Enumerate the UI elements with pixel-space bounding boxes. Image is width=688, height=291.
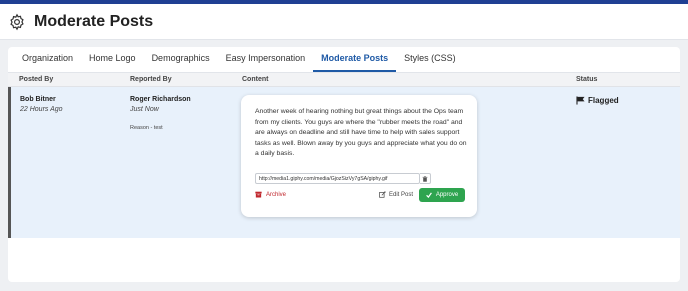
archive-button[interactable]: Archive xyxy=(255,191,286,198)
posted-by-cell: Bob Bitner 22 Hours Ago xyxy=(20,96,63,113)
tab-demographics[interactable]: Demographics xyxy=(144,53,218,72)
reported-time: Just Now xyxy=(130,106,159,113)
tab-organization[interactable]: Organization xyxy=(14,53,81,72)
tab-easy-impersonation[interactable]: Easy Impersonation xyxy=(218,53,314,72)
header-posted-by: Posted By xyxy=(19,76,54,83)
tab-moderate-posts[interactable]: Moderate Posts xyxy=(313,53,397,72)
archive-icon xyxy=(255,191,262,198)
media-url-field[interactable] xyxy=(255,173,420,184)
tab-bar: Organization Home Logo Demographics Easy… xyxy=(8,47,680,73)
posted-time: 22 Hours Ago xyxy=(20,106,63,113)
page-header: Moderate Posts xyxy=(0,4,688,40)
edit-icon xyxy=(379,191,386,198)
edit-post-button[interactable]: Edit Post xyxy=(379,191,413,198)
approve-label: Approve xyxy=(435,192,459,198)
tab-styles-css[interactable]: Styles (CSS) xyxy=(396,53,464,72)
header-reported-by: Reported By xyxy=(130,76,172,83)
post-content-card: Another week of hearing nothing but grea… xyxy=(241,95,477,217)
reported-by-cell: Roger Richardson Just Now Reason - test xyxy=(130,96,191,131)
table-row: Bob Bitner 22 Hours Ago Roger Richardson… xyxy=(8,87,680,238)
report-reason: Reason - test xyxy=(130,125,163,131)
header-status: Status xyxy=(576,76,598,83)
table-header: Posted By Reported By Content Status xyxy=(8,73,680,87)
trash-icon xyxy=(422,175,428,182)
status-label: Flagged xyxy=(588,96,619,105)
flag-icon xyxy=(576,96,585,105)
check-icon xyxy=(425,192,432,198)
header-content: Content xyxy=(242,76,269,83)
reporter-name: Roger Richardson xyxy=(130,96,191,103)
post-text: Another week of hearing nothing but grea… xyxy=(255,108,467,157)
media-url-row xyxy=(255,173,431,184)
edit-post-label: Edit Post xyxy=(389,191,414,198)
archive-label: Archive xyxy=(266,191,287,198)
status-badge: Flagged xyxy=(576,96,619,105)
delete-media-button[interactable] xyxy=(420,173,431,184)
gear-icon xyxy=(8,12,28,32)
poster-name: Bob Bitner xyxy=(20,96,56,103)
settings-card: Organization Home Logo Demographics Easy… xyxy=(8,47,680,282)
tab-home-logo[interactable]: Home Logo xyxy=(81,53,144,72)
approve-button[interactable]: Approve xyxy=(419,188,465,202)
page-title: Moderate Posts xyxy=(34,12,154,30)
